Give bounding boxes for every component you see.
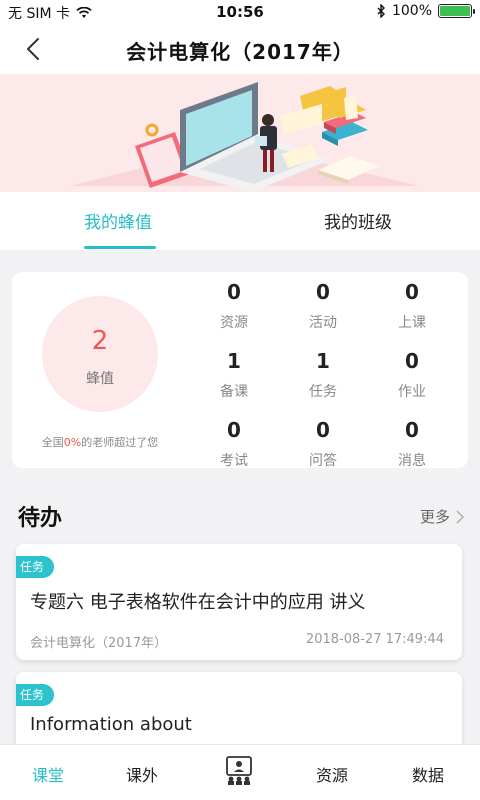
banner-illustration xyxy=(0,74,480,192)
battery-percent: 100% xyxy=(391,3,432,19)
status-bar: 无 SIM 卡 10:56 100% xyxy=(0,0,480,24)
bottom-tab-data[interactable]: 数据 xyxy=(388,762,468,786)
stat-tasks[interactable]: 1 任务 xyxy=(283,349,363,401)
stat-homework[interactable]: 0 作业 xyxy=(372,349,452,401)
stat-resources[interactable]: 0 资源 xyxy=(194,280,274,332)
bottom-tab-extracurricular[interactable]: 课外 xyxy=(102,762,182,786)
stat-value: 0 xyxy=(227,280,241,304)
tab-my-score[interactable]: 我的蜂值 xyxy=(84,208,152,233)
ranking-note: 全国0%的老师超过了您 xyxy=(12,434,188,450)
classroom-teacher-icon[interactable] xyxy=(224,755,254,785)
tab-bar: 我的蜂值 我的班级 xyxy=(0,192,480,250)
stat-label: 问答 xyxy=(309,453,337,469)
ranking-suffix: 的老师超过了您 xyxy=(81,436,159,449)
stat-label: 考试 xyxy=(220,453,248,469)
stat-lesson-prep[interactable]: 1 备课 xyxy=(194,349,274,401)
stat-value: 1 xyxy=(227,349,241,373)
stat-label: 任务 xyxy=(309,384,337,400)
stat-activities[interactable]: 0 活动 xyxy=(283,280,363,332)
battery-fill xyxy=(440,6,470,16)
stat-label: 备课 xyxy=(220,384,248,400)
stat-value: 0 xyxy=(227,418,241,442)
bottom-tab-resources[interactable]: 资源 xyxy=(292,762,372,786)
score-circle: 2 蜂值 xyxy=(42,296,158,412)
score-value: 2 xyxy=(91,326,109,356)
stat-lessons[interactable]: 0 上课 xyxy=(372,280,452,332)
page-title: 会计电算化（2017年） xyxy=(126,40,354,64)
active-tab-indicator xyxy=(84,246,156,249)
stat-value: 0 xyxy=(405,349,419,373)
bottom-navigation: 课堂 课外 资源 数据 xyxy=(0,744,480,800)
ranking-percent: 0% xyxy=(63,436,82,449)
stat-value: 0 xyxy=(405,280,419,304)
stat-label: 消息 xyxy=(398,453,426,469)
stat-label: 活动 xyxy=(309,315,337,331)
stat-qa[interactable]: 0 问答 xyxy=(283,418,363,470)
status-right: 100% xyxy=(376,3,475,19)
stat-label: 资源 xyxy=(220,315,248,331)
task-tag: 任务 xyxy=(16,684,55,706)
ranking-prefix: 全国 xyxy=(41,436,64,449)
todo-card[interactable]: 任务 专题六 电子表格软件在会计中的应用 讲义 会计电算化（2017年） 201… xyxy=(16,544,462,660)
todo-section-title: 待办 xyxy=(18,506,63,531)
score-label: 蜂值 xyxy=(86,371,114,387)
todo-title: 专题六 电子表格软件在会计中的应用 讲义 xyxy=(30,592,366,613)
todo-meta: 会计电算化（2017年） 2018-08-27 17:49:44 xyxy=(30,632,444,651)
more-link[interactable]: 更多 xyxy=(420,506,464,527)
score-stats-card: 2 蜂值 全国0%的老师超过了您 0 资源 0 活动 0 上课 1 备课 1 任… xyxy=(12,272,468,470)
todo-title: Information about xyxy=(30,714,192,735)
stat-exams[interactable]: 0 考试 xyxy=(194,418,274,470)
todo-time: 2018-08-27 17:49:44 xyxy=(305,632,444,647)
workspace-illustration xyxy=(70,82,420,192)
task-tag: 任务 xyxy=(16,556,55,578)
more-label: 更多 xyxy=(419,508,450,526)
bottom-tab-classroom[interactable]: 课堂 xyxy=(8,762,88,786)
navigation-bar: 会计电算化（2017年） xyxy=(0,24,480,74)
stat-value: 0 xyxy=(316,418,330,442)
tab-my-class[interactable]: 我的班级 xyxy=(324,208,392,233)
stat-value: 1 xyxy=(316,349,330,373)
stat-messages[interactable]: 0 消息 xyxy=(372,418,452,470)
stat-value: 0 xyxy=(405,418,419,442)
stat-label: 作业 xyxy=(398,384,426,400)
todo-course: 会计电算化（2017年） xyxy=(30,636,168,651)
bluetooth-icon xyxy=(377,4,385,18)
chevron-right-icon xyxy=(456,510,464,523)
stat-label: 上课 xyxy=(398,315,426,331)
stat-value: 0 xyxy=(316,280,330,304)
battery-icon xyxy=(438,4,475,18)
